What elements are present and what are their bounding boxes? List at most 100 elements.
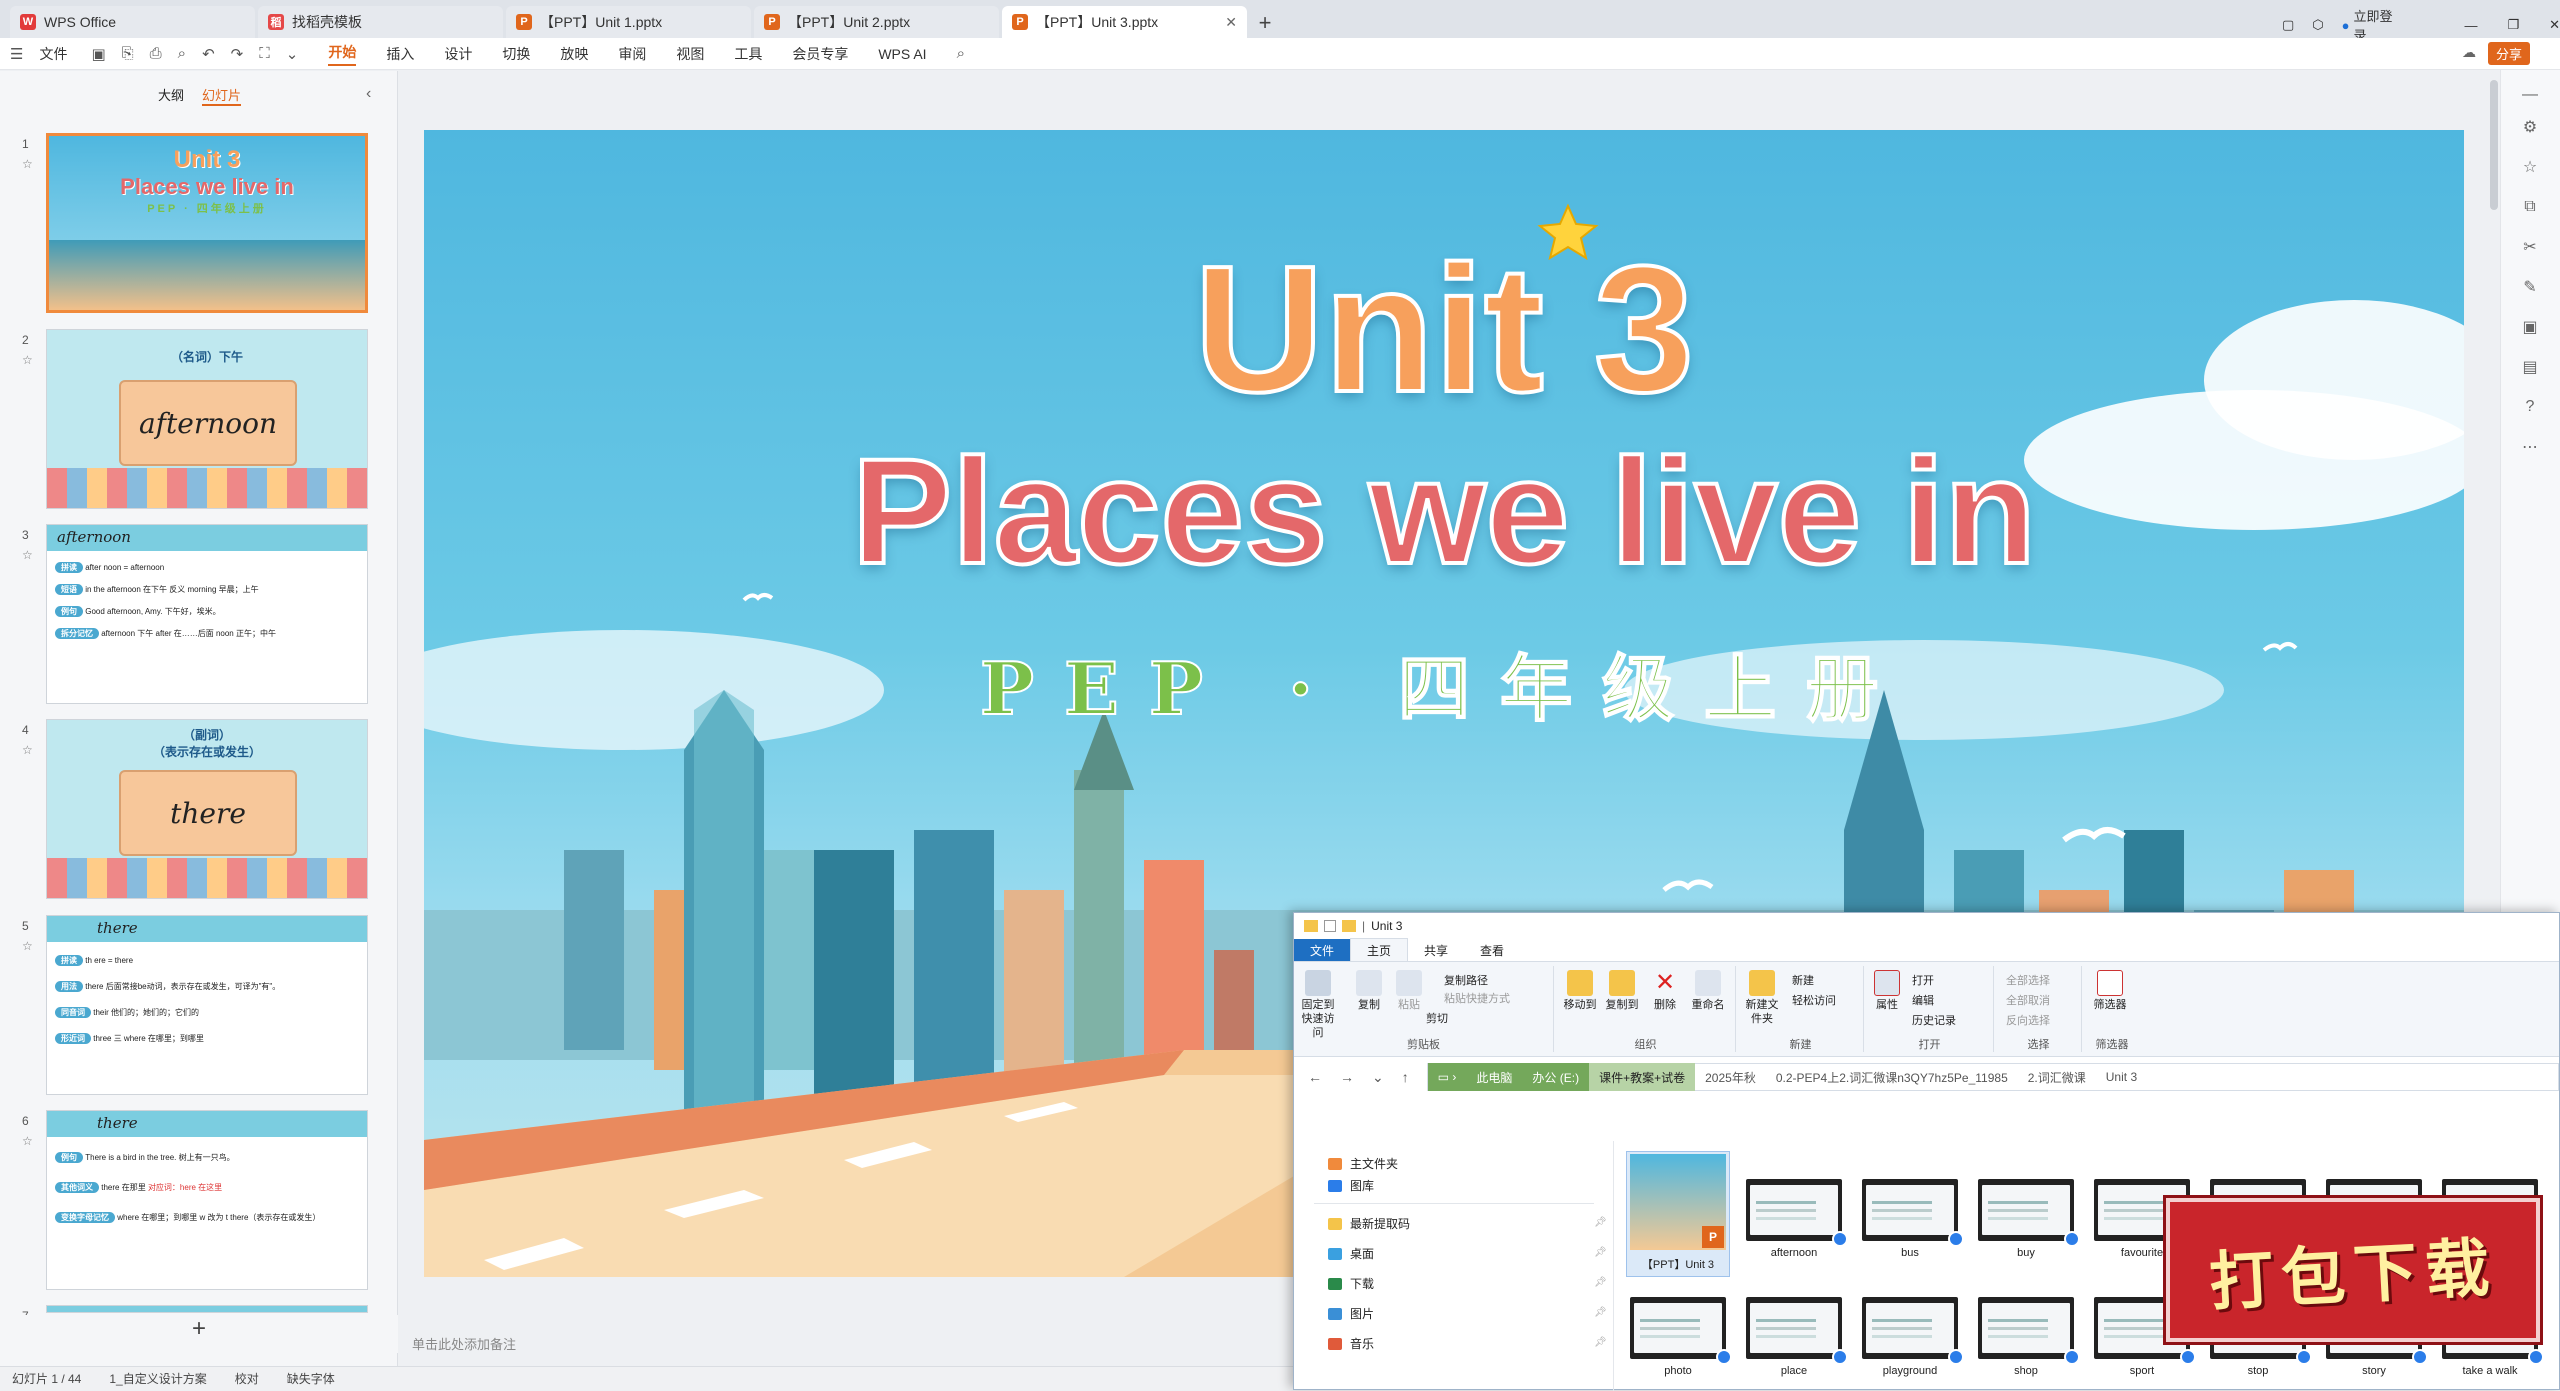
nav-gallery[interactable]: 图库 [1328, 1177, 1374, 1194]
breadcrumb-item[interactable]: Unit 3 [2096, 1063, 2147, 1091]
menu-view[interactable]: 视图 [676, 44, 704, 64]
paste-shortcut-button[interactable]: 粘贴快捷方式 [1444, 990, 1510, 1006]
new-folder-icon[interactable] [1342, 920, 1356, 932]
tab-outline[interactable]: 大纲 [158, 85, 184, 106]
canvas-scrollbar[interactable] [2490, 80, 2498, 210]
minimize-icon[interactable]: — [2464, 18, 2477, 33]
breadcrumb-item[interactable]: 0.2-PEP4上2.词汇微课n3QY7hz5Pe_11985 [1766, 1063, 2018, 1091]
tab-slides[interactable]: 幻灯片 [202, 85, 242, 106]
cut-button[interactable]: 剪切 [1426, 1010, 1448, 1026]
breadcrumb-item[interactable]: 2025年秋 [1695, 1063, 1766, 1091]
paste-button[interactable]: 粘贴 [1394, 970, 1424, 1012]
up-icon[interactable]: ↑ [1402, 1069, 1409, 1085]
breadcrumb-item[interactable]: 办公 (E:) [1522, 1063, 1590, 1091]
chevron-down-icon[interactable]: ⌄ [286, 45, 299, 63]
theme-name[interactable]: 1_自定义设计方案 [109, 1370, 206, 1387]
more-icon[interactable]: ⋯ [2519, 436, 2541, 458]
properties-icon[interactable] [1324, 920, 1336, 932]
close-icon[interactable]: ✕ [1225, 14, 1237, 31]
star-icon[interactable]: ☆ [2519, 156, 2541, 178]
nav-pictures[interactable]: 图片 [1328, 1305, 1374, 1322]
tab-template[interactable]: 稻 找稻壳模板 [258, 6, 503, 38]
file-item-video[interactable]: playground [1858, 1297, 1964, 1377]
select-none-button[interactable]: 全部取消 [2006, 992, 2050, 1008]
menu-review[interactable]: 审阅 [618, 44, 646, 64]
properties-button[interactable]: 属性 [1870, 970, 1904, 1012]
tab-home[interactable]: 主页 [1350, 938, 1409, 962]
slide-subtitle[interactable]: Places we live in [424, 425, 2464, 598]
menu-home[interactable]: 开始 [328, 42, 357, 66]
menu-tools[interactable]: 工具 [734, 44, 762, 64]
notes-field[interactable]: 单击此处添加备注 [400, 1326, 1300, 1354]
menu-design[interactable]: 设计 [444, 44, 472, 64]
menu-insert[interactable]: 插入 [386, 44, 414, 64]
pin-icon[interactable]: 📌︎ [1594, 1337, 1607, 1348]
star-icon[interactable]: ☆ [22, 743, 33, 757]
file-item-video[interactable]: photo [1626, 1297, 1732, 1377]
cloud-icon[interactable]: ☁ [2462, 44, 2476, 61]
new-folder-button[interactable]: 新建文件夹 [1742, 970, 1782, 1026]
box-icon[interactable]: ⬡ [2312, 17, 2323, 33]
pin-quick-access-button[interactable]: 固定到快速访问 [1298, 970, 1338, 1040]
nav-downloads[interactable]: 下载 [1328, 1275, 1374, 1292]
book-icon[interactable]: ▤ [2519, 356, 2541, 378]
star-icon[interactable]: ☆ [22, 1134, 33, 1148]
slide-grade[interactable]: PEP · 四年级上册 [424, 630, 2464, 735]
missing-font-button[interactable]: 缺失字体 [287, 1370, 335, 1387]
preview-icon[interactable]: ⌕ [178, 45, 186, 62]
nav-desktop[interactable]: 桌面 [1328, 1245, 1374, 1262]
move-to-button[interactable]: 移动到 [1560, 970, 1600, 1012]
file-item-ppt[interactable]: P 【PPT】Unit 3 [1626, 1151, 1730, 1277]
file-item-video[interactable]: afternoon [1742, 1179, 1848, 1259]
properties-icon[interactable]: ⚙ [2519, 116, 2541, 138]
edit-button[interactable]: 编辑 [1912, 992, 1934, 1008]
file-item-video[interactable]: shop [1974, 1297, 2080, 1377]
export-icon[interactable]: ⎘ [122, 45, 134, 62]
minimize-pane-icon[interactable]: — [2519, 84, 2541, 106]
menu-transition[interactable]: 切换 [502, 44, 530, 64]
pin-icon[interactable]: 📌︎ [1594, 1247, 1607, 1258]
format-painter-icon[interactable]: ⛶ [259, 45, 270, 62]
share-button[interactable]: 分享 [2488, 42, 2531, 65]
nav-extract[interactable]: 最新提取码 [1328, 1215, 1410, 1232]
breadcrumb[interactable]: ▭ › 此电脑 办公 (E:) 课件+教案+试卷 2025年秋 0.2-PEP4… [1426, 1063, 2559, 1091]
pin-icon[interactable]: 📌︎ [1594, 1277, 1607, 1288]
rename-button[interactable]: 重命名 [1686, 970, 1730, 1012]
restore-icon[interactable]: ❐ [2507, 17, 2519, 33]
chevron-down-icon[interactable]: ⌄ [1372, 1069, 1384, 1086]
save-icon[interactable]: ▣ [91, 45, 105, 63]
tab-wps-office[interactable]: W WPS Office [10, 6, 255, 38]
delete-button[interactable]: ✕ 删除 [1648, 970, 1682, 1012]
pin-icon[interactable]: 📌︎ [1594, 1217, 1607, 1228]
help-icon[interactable]: ? [2519, 396, 2541, 418]
copy-icon[interactable]: ⧉ [2519, 196, 2541, 218]
tab-file[interactable]: 文件 [1294, 938, 1351, 962]
print-icon[interactable]: ⎙ [150, 45, 162, 62]
pin-icon[interactable]: 📌︎ [1594, 1307, 1607, 1318]
tab-unit3[interactable]: P 【PPT】Unit 3.pptx ✕ [1002, 6, 1247, 38]
menu-wps-ai[interactable]: WPS AI [878, 46, 926, 62]
history-button[interactable]: 历史记录 [1912, 1012, 1956, 1028]
file-item-video[interactable]: buy [1974, 1179, 2080, 1259]
select-all-button[interactable]: 全部选择 [2006, 972, 2050, 988]
edit-icon[interactable]: ✎ [2519, 276, 2541, 298]
proofread-button[interactable]: 校对 [235, 1370, 259, 1387]
filter-button[interactable]: 筛选器 [2090, 970, 2130, 1012]
tab-share[interactable]: 共享 [1408, 939, 1464, 962]
file-menu[interactable]: 文件 [39, 44, 67, 64]
invert-selection-button[interactable]: 反向选择 [2006, 1012, 2050, 1028]
nav-music[interactable]: 音乐 [1328, 1335, 1374, 1352]
breadcrumb-item[interactable]: 2.词汇微课 [2018, 1063, 2096, 1091]
star-icon[interactable]: ☆ [22, 157, 33, 171]
star-icon[interactable]: ☆ [22, 353, 33, 367]
copy-path-button[interactable]: 复制路径 [1444, 972, 1488, 988]
add-slide-button[interactable]: + [0, 1315, 398, 1353]
redo-icon[interactable]: ↷ [231, 45, 244, 63]
new-tab-button[interactable]: + [1250, 8, 1280, 38]
forward-icon[interactable]: → [1340, 1069, 1354, 1085]
menu-hamburger-icon[interactable]: ☰ [10, 45, 23, 63]
easy-access-button[interactable]: 轻松访问 [1792, 992, 1836, 1008]
undo-icon[interactable]: ↶ [202, 45, 215, 63]
nav-home[interactable]: 主文件夹 [1328, 1155, 1398, 1172]
tab-view[interactable]: 查看 [1464, 939, 1520, 962]
